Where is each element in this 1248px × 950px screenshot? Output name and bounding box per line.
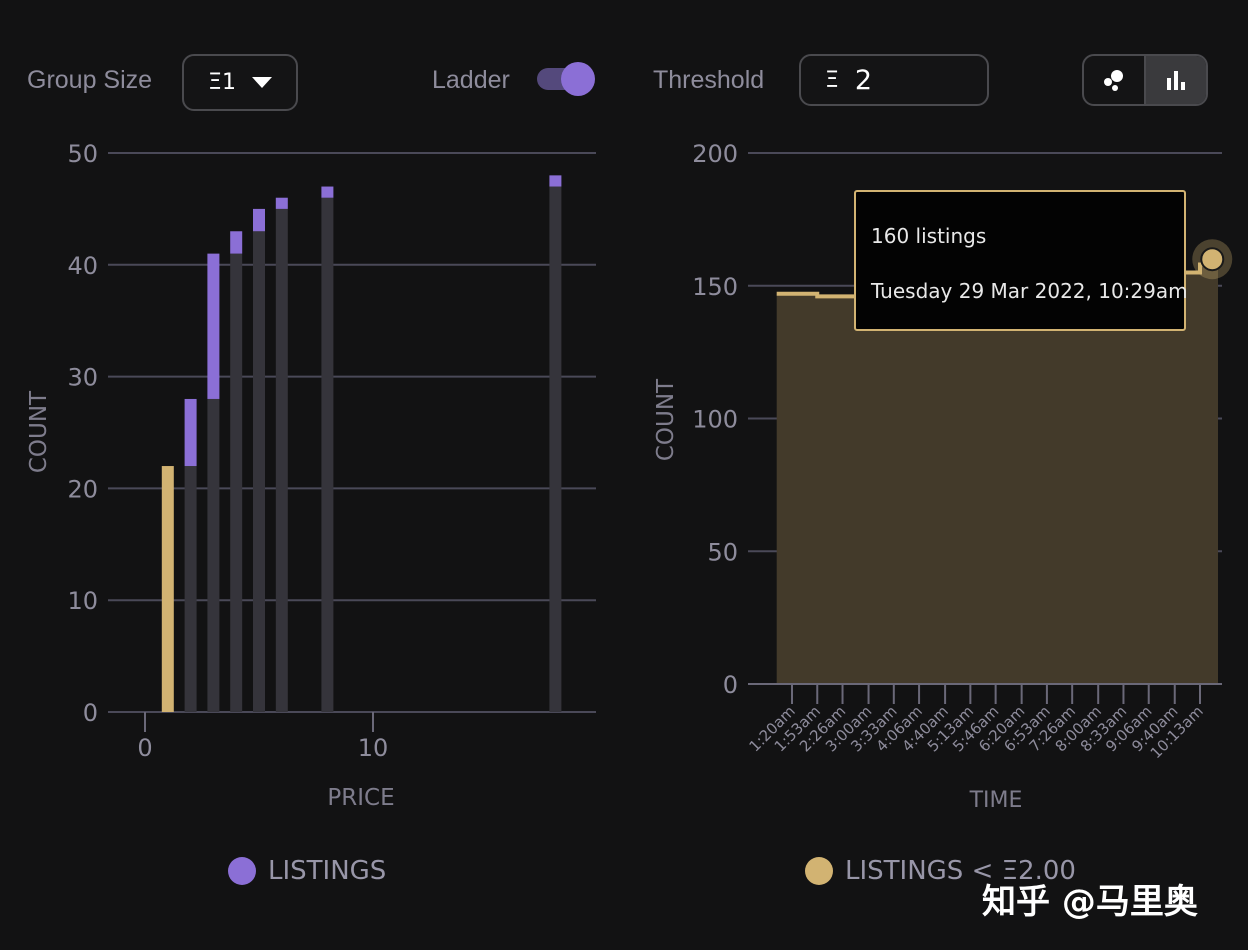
legend-dot-icon (805, 857, 833, 885)
legend-label: LISTINGS (268, 856, 387, 886)
x-axis-label: TIME (969, 788, 1023, 813)
y-tick-label: 50 (707, 538, 738, 566)
legend-listings[interactable]: LISTINGS (228, 856, 386, 886)
y-tick-label: 200 (692, 140, 738, 168)
y-axis-label: COUNT (653, 378, 679, 461)
tooltip: 160 listings Tuesday 29 Mar 2022, 10:29a… (854, 190, 1188, 331)
hover-point (1200, 247, 1225, 272)
y-tick-label: 100 (692, 406, 738, 434)
y-tick-label: 0 (723, 671, 738, 699)
tooltip-date: Tuesday 29 Mar 2022, 10:29am (871, 279, 1188, 303)
listings-timeline: 0501001502001:20am1:53am2:26am3:00am3:33… (653, 140, 1233, 813)
legend-dot-icon (228, 857, 256, 885)
tooltip-count: 160 listings (871, 224, 987, 248)
y-tick-label: 150 (692, 273, 738, 301)
watermark: 知乎 @马里奥 (982, 882, 1198, 922)
